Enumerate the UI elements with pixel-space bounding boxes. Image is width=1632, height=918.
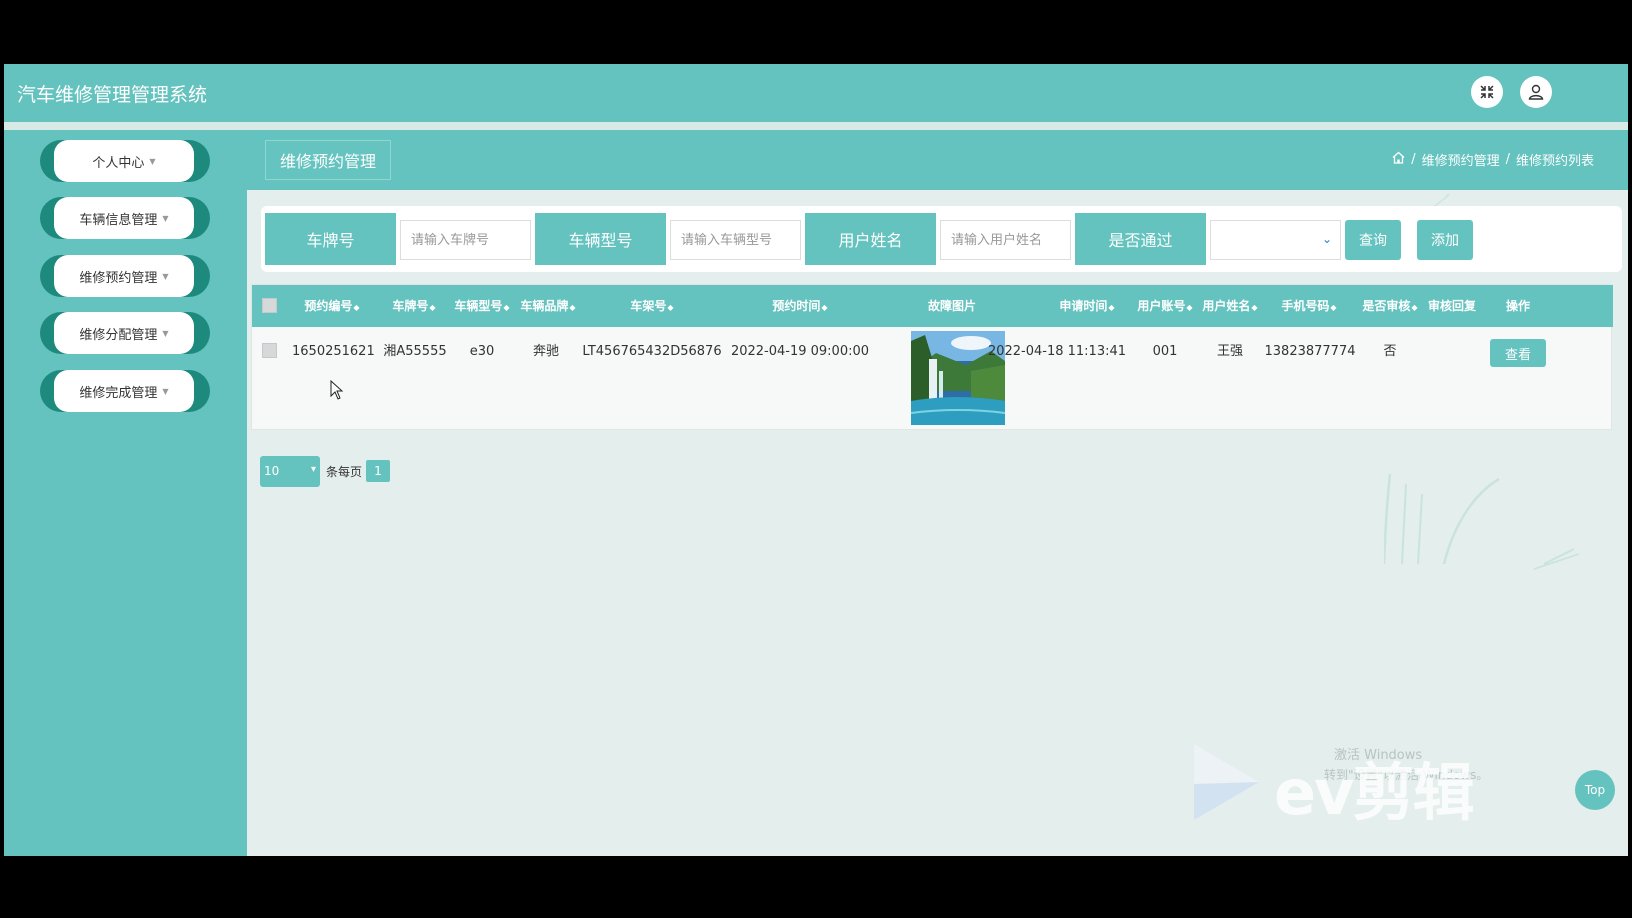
sidebar-item-repair-completion[interactable]: 维修完成管理 ▼ [40, 370, 210, 412]
brand-cell: 奔驰 [532, 344, 559, 359]
sort-icon: ◆ [429, 303, 436, 312]
sidebar-item-personal-center[interactable]: 个人中心 ▼ [40, 140, 210, 182]
column-header[interactable]: 用户姓名◆ [1198, 285, 1262, 327]
phone-cell: 13823877774 [1264, 344, 1356, 359]
sort-icon: ◆ [1330, 303, 1337, 312]
sort-icon: ◆ [1411, 303, 1418, 312]
sort-icon: ◆ [503, 303, 510, 312]
watermark: 激活 Windows 转到"设置"以激活 Windows。 ev剪辑 [1194, 744, 1554, 844]
view-button[interactable]: 查看 [1490, 339, 1546, 367]
column-header[interactable]: 预约编号◆ [292, 285, 372, 327]
sidebar-item-label: 维修预约管理 [79, 270, 158, 286]
name-label: 用户姓名 [805, 213, 936, 265]
column-header[interactable]: 车辆型号◆ [450, 285, 514, 327]
column-header: 操作 [1505, 299, 1530, 313]
column-header[interactable]: 车牌号◆ [384, 285, 444, 327]
page-number-1[interactable]: 1 [366, 460, 390, 482]
chevron-down-icon: ▼ [162, 328, 169, 338]
content-header: 维修预约管理 / 维修预约管理 / 维修预约列表 [247, 130, 1628, 190]
column-header[interactable]: 车辆品牌◆ [516, 285, 580, 327]
sort-icon: ◆ [569, 303, 576, 312]
chevron-down-icon: ▾ [310, 464, 316, 475]
page-title: 维修预约管理 [265, 140, 391, 180]
chevron-down-icon: ▼ [162, 386, 169, 396]
booking-no-cell: 1650251621 [292, 344, 375, 359]
sidebar-item-label: 维修分配管理 [79, 327, 158, 343]
column-header[interactable]: 预约时间◆ [740, 285, 860, 327]
select-all-checkbox[interactable] [262, 298, 277, 313]
play-logo-icon [1194, 744, 1259, 820]
row-checkbox[interactable] [262, 343, 277, 358]
sort-icon: ◆ [821, 303, 828, 312]
search-panel: 车牌号 车辆型号 用户姓名 是否通过 ⌄ 查询 添加 [261, 206, 1622, 272]
chevron-down-icon: ▼ [162, 213, 169, 223]
breadcrumb-item[interactable]: 维修预约管理 [1422, 150, 1500, 169]
header-divider [4, 122, 1628, 130]
sort-icon: ◆ [667, 303, 674, 312]
passed-select[interactable]: ⌄ [1210, 220, 1341, 260]
top-bar: 汽车维修管理管理系统 [4, 64, 1628, 122]
plate-input[interactable] [400, 220, 531, 260]
sidebar: 个人中心 ▼ 车辆信息管理 ▼ 维修预约管理 ▼ 维修分配管理 ▼ 维修完成管理 ▼ [4, 130, 247, 856]
reply-cell [1424, 327, 1480, 377]
page-size-value: 10 [264, 464, 280, 478]
sort-icon: ◆ [1108, 303, 1115, 312]
column-header[interactable]: 车架号◆ [592, 285, 712, 327]
per-page-label: 条每页 [326, 465, 363, 479]
chevron-down-icon: ▼ [149, 156, 156, 166]
breadcrumb-separator: / [1411, 152, 1416, 167]
fullscreen-exit-icon[interactable] [1471, 76, 1503, 108]
column-header[interactable]: 用户账号◆ [1134, 285, 1196, 327]
model-input[interactable] [670, 220, 801, 260]
sidebar-item-repair-booking[interactable]: 维修预约管理 ▼ [40, 255, 210, 297]
add-button[interactable]: 添加 [1417, 220, 1473, 260]
page-size-select[interactable]: 10 ▾ [260, 456, 320, 487]
vin-cell: LT456765432D56876 [582, 344, 722, 359]
user-name-cell: 王强 [1216, 344, 1243, 359]
sort-icon: ◆ [1186, 303, 1193, 312]
table-header: 预约编号◆ 车牌号◆ 车辆型号◆ 车辆品牌◆ 车架号◆ 预约时间◆ 故障图片 申… [252, 285, 1613, 327]
plate-label: 车牌号 [265, 213, 396, 265]
booking-time-cell: 2022-04-19 09:00:00 [730, 344, 870, 359]
app-window: 汽车维修管理管理系统 个人中心 ▼ 车辆信息管理 ▼ 维修预约管理 ▼ 维修分配管理 ▼… [4, 64, 1628, 856]
sidebar-item-repair-assignment[interactable]: 维修分配管理 ▼ [40, 312, 210, 354]
account-cell: 001 [1152, 344, 1178, 359]
sidebar-item-label: 个人中心 [92, 155, 145, 171]
column-header: 审核回复 [1427, 299, 1476, 313]
mouse-cursor-icon [330, 380, 344, 400]
plate-cell: 湘A55555 [383, 344, 447, 359]
booking-table: 预约编号◆ 车牌号◆ 车辆型号◆ 车辆品牌◆ 车架号◆ 预约时间◆ 故障图片 申… [251, 284, 1613, 430]
user-icon[interactable] [1520, 76, 1552, 108]
ev-watermark-text: ev剪辑 [1274, 756, 1474, 829]
model-label: 车辆型号 [535, 213, 666, 265]
sidebar-item-vehicle-info[interactable]: 车辆信息管理 ▼ [40, 197, 210, 239]
sort-icon: ◆ [353, 303, 360, 312]
passed-label: 是否通过 [1075, 213, 1206, 265]
model-cell: e30 [469, 344, 495, 359]
column-header: 故障图片 [927, 299, 976, 313]
home-icon[interactable] [1392, 151, 1405, 168]
chevron-down-icon: ▼ [162, 271, 169, 281]
sidebar-item-label: 车辆信息管理 [79, 212, 158, 228]
apply-time-cell: 2022-04-18 11:13:41 [987, 344, 1127, 359]
sort-icon: ◆ [1251, 303, 1258, 312]
column-header[interactable]: 是否审核◆ [1358, 285, 1422, 327]
breadcrumb: / 维修预约管理 / 维修预约列表 [1392, 150, 1594, 169]
name-input[interactable] [940, 220, 1071, 260]
sidebar-item-label: 维修完成管理 [79, 385, 158, 401]
column-header[interactable]: 手机号码◆ [1264, 285, 1354, 327]
breadcrumb-separator: / [1505, 152, 1510, 167]
chevron-down-icon: ⌄ [1321, 232, 1332, 246]
app-title: 汽车维修管理管理系统 [17, 84, 208, 106]
back-to-top-button[interactable]: Top [1575, 770, 1615, 810]
reviewed-cell: 否 [1383, 344, 1397, 359]
query-button[interactable]: 查询 [1345, 220, 1401, 260]
breadcrumb-item: 维修预约列表 [1515, 154, 1594, 169]
